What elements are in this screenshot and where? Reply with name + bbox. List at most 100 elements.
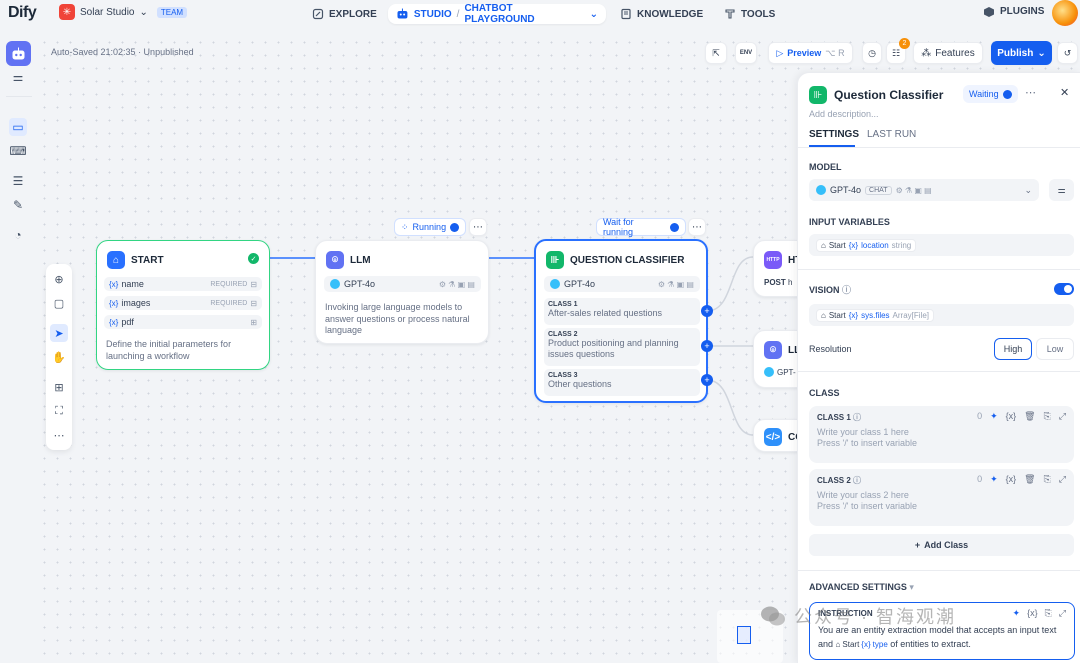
edge-class1	[706, 256, 754, 312]
classifier-icon: ⊪	[546, 251, 564, 269]
qc-class-1: CLASS 1 After-sales related questions	[544, 298, 700, 325]
panel-header: ⊪ Question Classifier	[809, 86, 943, 104]
insert-variable-icon[interactable]: {x}	[1006, 411, 1017, 422]
llm-2-model-name: GPT-	[777, 367, 796, 377]
class-2-placeholder: Write your class 2 here Press '/' to inse…	[817, 490, 917, 512]
copy-icon[interactable]: ⎘	[1044, 411, 1051, 422]
start-var-images[interactable]: {x} images REQUIRED ⊟	[104, 296, 262, 310]
instruction-tools: ✦ {x} ⎘ ⤢	[1013, 608, 1066, 619]
class-1-editor[interactable]: CLASS 1 ⓘ 0 ✦ {x} 🗑 ⎘ ⤢ Write your class…	[809, 406, 1074, 463]
variable-icon: {x}	[109, 279, 119, 289]
insert-variable-icon[interactable]: {x}	[1027, 608, 1038, 619]
llm-model-chip[interactable]: GPT-4o ⚙ ⚗ ▣ ▤	[324, 276, 481, 292]
qc-model-name: GPT-4o	[564, 279, 596, 289]
pointer-icon[interactable]: ➤	[50, 324, 68, 342]
close-icon[interactable]: ✕	[1060, 86, 1069, 99]
publish-button[interactable]: Publish ⌄	[991, 41, 1052, 65]
home-icon: ⌂	[821, 240, 826, 250]
preview-label: Preview	[787, 48, 822, 58]
input-variable-selector[interactable]: ⌂ Start {x} location string	[809, 234, 1074, 256]
resolution-high-option[interactable]: High	[994, 338, 1032, 360]
vision-label-text: VISION	[809, 285, 840, 295]
plus-icon: +	[914, 540, 921, 550]
trash-icon[interactable]: 🗑	[1024, 411, 1035, 422]
vision-toggle[interactable]	[1054, 283, 1074, 295]
history-run-button[interactable]: ◷	[862, 42, 882, 64]
class-3-handle[interactable]: +	[701, 374, 713, 386]
variable-icon: {x}	[848, 310, 859, 320]
sparkle-icon[interactable]: ✦	[990, 474, 998, 485]
more-icon[interactable]: ⋯	[50, 426, 68, 444]
preview-button[interactable]: ▷ Preview ⌥ R	[768, 42, 853, 64]
copy-icon[interactable]: ⎘	[1044, 474, 1051, 485]
class-hint-line: Press '/' to insert variable	[817, 501, 917, 511]
class-1-handle[interactable]: +	[701, 305, 713, 317]
model-section-label: MODEL	[809, 162, 842, 172]
description-input[interactable]: Add description...	[809, 109, 879, 119]
class-2-editor[interactable]: CLASS 2 ⓘ 0 ✦ {x} 🗑 ⎘ ⤢ Write your class…	[809, 469, 1074, 526]
play-icon: ▷	[776, 47, 784, 58]
openai-icon	[330, 279, 340, 289]
text-input-icon: ⊟	[250, 279, 257, 289]
qc-class-2: CLASS 2 Product positioning and planning…	[544, 328, 700, 366]
add-class-button[interactable]: + Add Class	[809, 534, 1074, 556]
sparkle-icon[interactable]: ✦	[990, 411, 998, 422]
layout-icon[interactable]: ⊞	[50, 378, 68, 396]
class-1-header: CLASS 1 ⓘ	[817, 412, 861, 423]
resolution-low-option[interactable]: Low	[1036, 338, 1074, 360]
var-type: string	[891, 240, 912, 250]
class-1-tools: 0 ✦ {x} 🗑 ⎘ ⤢	[977, 411, 1066, 422]
start-node-header: ⌂ START	[107, 251, 164, 269]
export-button[interactable]: ⇱	[705, 42, 727, 64]
class-2-handle[interactable]: +	[701, 340, 713, 352]
add-node-icon[interactable]: ⊕	[50, 270, 68, 288]
advanced-settings-toggle[interactable]: ADVANCED SETTINGS ▾	[809, 582, 914, 593]
var-name: sys.files	[861, 310, 890, 320]
char-count: 0	[977, 474, 983, 484]
section-divider	[798, 269, 1080, 270]
expand-icon[interactable]: ⤢	[1059, 608, 1066, 619]
trash-icon[interactable]: 🗑	[1024, 474, 1035, 485]
vision-label: VISION ⓘ	[809, 283, 851, 296]
panel-title[interactable]: Question Classifier	[834, 88, 943, 102]
more-icon[interactable]: ⋯	[1025, 86, 1036, 99]
model-feature-icons: ⚙ ⚗ ▣ ▤	[657, 279, 694, 289]
add-note-icon[interactable]: ▢	[50, 294, 68, 312]
start-node[interactable]: ⌂ START ✓ {x} name REQUIRED ⊟ {x} images…	[96, 240, 270, 370]
question-classifier-node[interactable]: ⊪ QUESTION CLASSIFIER GPT-4o ⚙ ⚗ ▣ ▤ CLA…	[534, 239, 708, 403]
insert-variable-icon[interactable]: {x}	[1006, 474, 1017, 485]
run-dot-icon	[670, 222, 679, 232]
qc-more-button[interactable]: ⋯	[688, 218, 706, 236]
tab-last-run[interactable]: LAST RUN	[867, 129, 916, 140]
start-var-name[interactable]: {x} name REQUIRED ⊟	[104, 277, 262, 291]
model-selector[interactable]: GPT-4o CHAT ⚙ ⚗ ▣ ▤ ⌄	[809, 179, 1039, 201]
maximize-icon[interactable]: ⛶	[50, 402, 68, 420]
llm-more-button[interactable]: ⋯	[469, 218, 487, 236]
llm-node[interactable]: ⌾ LLM GPT-4o ⚙ ⚗ ▣ ▤ Invoking large lang…	[315, 240, 489, 344]
features-button[interactable]: ⁂ Features	[913, 42, 983, 64]
tab-settings[interactable]: SETTINGS	[809, 129, 859, 140]
class-section-label: CLASS	[809, 388, 840, 398]
wechat-icon	[761, 606, 785, 626]
variable-chip: ⌂ Start {x} sys.files Array[File]	[816, 308, 934, 322]
env-button[interactable]: ENV	[735, 42, 757, 64]
sparkle-icon[interactable]: ✦	[1013, 608, 1021, 619]
features-icon: ⁂	[921, 47, 932, 59]
vision-variable-selector[interactable]: ⌂ Start {x} sys.files Array[File]	[809, 304, 1074, 326]
copy-icon[interactable]: ⎘	[1045, 608, 1052, 619]
hand-icon[interactable]: ✋	[50, 348, 68, 366]
brain-icon: ⌾	[326, 251, 344, 269]
start-var-pdf[interactable]: {x} pdf ⊞	[104, 315, 262, 329]
llm-node-header: ⌾ LLM	[326, 251, 371, 269]
qc-model-chip[interactable]: GPT-4o ⚙ ⚗ ▣ ▤	[544, 276, 700, 292]
run-dot-icon	[450, 222, 459, 232]
expand-icon[interactable]: ⤢	[1059, 474, 1066, 485]
minimap-viewport[interactable]	[737, 626, 751, 644]
expand-icon[interactable]: ⤢	[1059, 411, 1066, 422]
model-params-button[interactable]: ⚌	[1049, 179, 1074, 201]
version-history-button[interactable]: ↺	[1057, 42, 1078, 64]
watermark-text: 公众号 · 智海观潮	[794, 607, 956, 627]
variable-chip: ⌂ Start {x} location string	[816, 238, 917, 252]
class-hint-line: Press '/' to insert variable	[817, 438, 917, 448]
file-list-icon: ⊞	[250, 317, 257, 327]
